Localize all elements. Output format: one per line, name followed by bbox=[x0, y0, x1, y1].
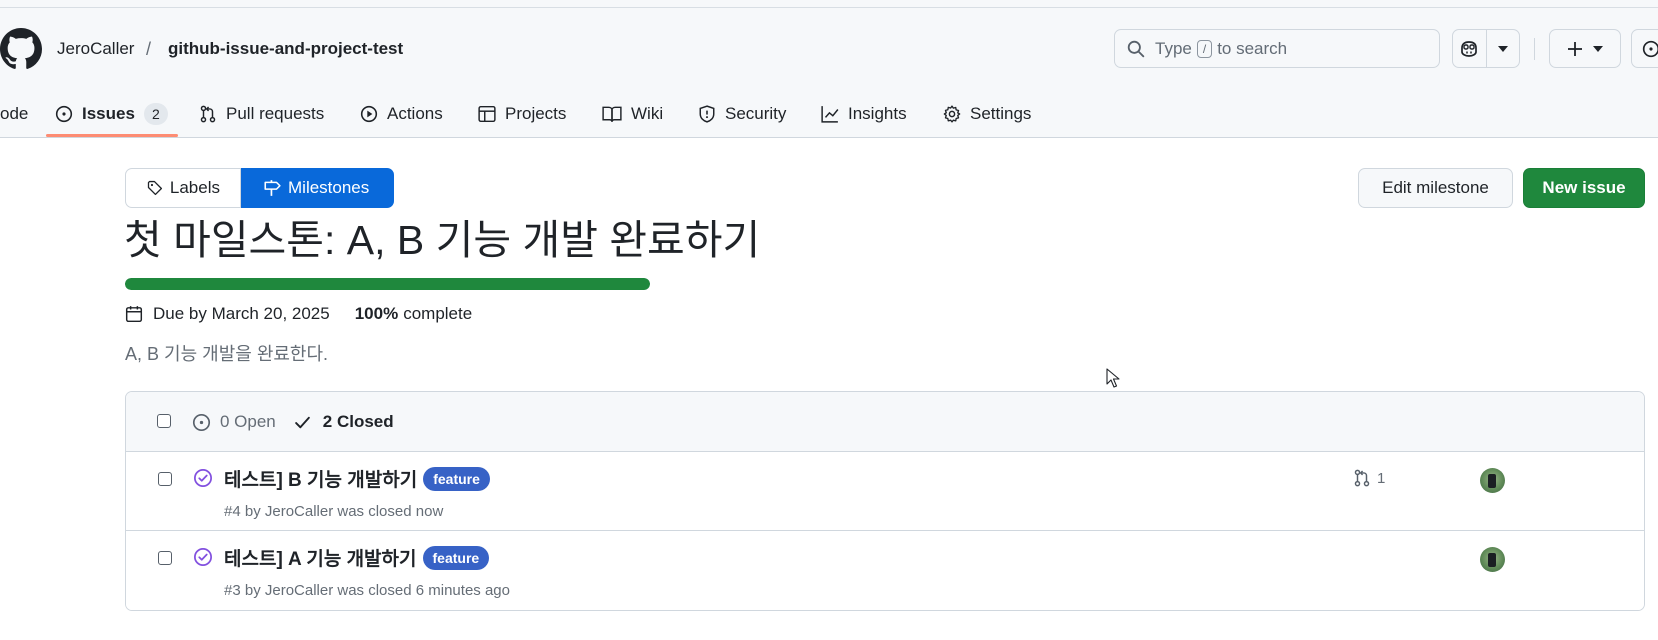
assignee-avatar[interactable] bbox=[1480, 547, 1505, 572]
linked-pull-requests[interactable]: 1 bbox=[1353, 469, 1385, 487]
issue-opened-icon bbox=[55, 105, 73, 123]
copilot-icon bbox=[1461, 40, 1478, 57]
create-new-button[interactable] bbox=[1549, 29, 1621, 68]
issue-title-link[interactable]: 테스트] B 기능 개발하기 bbox=[224, 465, 417, 492]
table-icon bbox=[478, 105, 496, 123]
tab-insights[interactable]: Insights bbox=[821, 90, 907, 138]
tab-pull-requests[interactable]: Pull requests bbox=[199, 90, 324, 138]
milestone-icon bbox=[264, 180, 281, 196]
book-icon bbox=[602, 106, 622, 122]
milestone-progress-bar bbox=[125, 278, 650, 290]
pull-request-icon bbox=[200, 105, 216, 123]
labels-milestones-switcher: Labels Milestones bbox=[125, 168, 394, 208]
top-divider bbox=[0, 7, 1658, 8]
select-all-checkbox[interactable] bbox=[157, 414, 171, 428]
feature-label-badge[interactable]: feature bbox=[422, 545, 490, 570]
issue-meta: #3 by JeroCaller was closed 6 minutes ag… bbox=[224, 582, 510, 599]
issue-row[interactable]: 테스트] B 기능 개발하기 feature #4 by JeroCaller … bbox=[126, 452, 1644, 531]
play-icon bbox=[360, 105, 378, 123]
issues-count-badge: 2 bbox=[143, 103, 168, 125]
tab-settings[interactable]: Settings bbox=[943, 90, 1031, 138]
milestone-issues-list: 0 Open 2 Closed 테스트] B 기능 개발하기 feature #… bbox=[125, 391, 1645, 611]
tab-actions[interactable]: Actions bbox=[360, 90, 443, 138]
tab-issues-label: Issues bbox=[82, 104, 135, 123]
issue-closed-icon bbox=[194, 548, 212, 566]
open-filter[interactable]: 0 Open bbox=[192, 412, 276, 432]
breadcrumb-repo[interactable]: github-issue-and-project-test bbox=[168, 38, 403, 60]
calendar-icon bbox=[125, 306, 143, 323]
milestone-meta: Due by March 20, 2025 100% complete bbox=[125, 302, 472, 326]
tag-icon bbox=[147, 180, 163, 196]
issue-row[interactable]: 테스트] A 기능 개발하기 feature #3 by JeroCaller … bbox=[126, 531, 1644, 610]
triangle-down-icon bbox=[1593, 45, 1603, 52]
copilot-button[interactable] bbox=[1453, 30, 1486, 67]
plus-icon bbox=[1568, 41, 1582, 56]
search-placeholder: Type / to search bbox=[1155, 38, 1288, 58]
issue-title-link[interactable]: 테스트] A 기능 개발하기 bbox=[224, 544, 417, 571]
pull-request-icon bbox=[1354, 469, 1370, 487]
issue-closed-icon bbox=[194, 469, 212, 487]
issue-checkbox[interactable] bbox=[158, 472, 172, 486]
tab-issues[interactable]: Issues 2 bbox=[55, 90, 168, 138]
breadcrumb-owner[interactable]: JeroCaller bbox=[57, 38, 134, 60]
shield-icon bbox=[699, 105, 715, 123]
milestone-description: A, B 기능 개발을 완료한다. bbox=[125, 344, 329, 364]
search-input[interactable]: Type / to search bbox=[1114, 29, 1440, 68]
milestone-percent: 100% bbox=[354, 304, 399, 323]
tab-projects[interactable]: Projects bbox=[478, 90, 566, 138]
mouse-cursor-icon bbox=[1106, 368, 1120, 388]
linked-pr-count: 1 bbox=[1377, 469, 1386, 487]
edit-milestone-button[interactable]: Edit milestone bbox=[1358, 168, 1513, 208]
issues-list-header: 0 Open 2 Closed bbox=[126, 392, 1644, 452]
feature-label-badge[interactable]: feature bbox=[423, 466, 490, 491]
issue-opened-icon bbox=[1642, 40, 1658, 58]
milestone-due-date: Due by March 20, 2025 bbox=[153, 304, 330, 323]
issue-opened-icon bbox=[192, 413, 211, 431]
github-logo-icon[interactable] bbox=[0, 28, 42, 70]
labels-tab[interactable]: Labels bbox=[125, 168, 241, 208]
milestone-title: 첫 마일스톤: A, B 기능 개발 완료하기 bbox=[124, 217, 761, 263]
check-icon bbox=[294, 416, 310, 428]
milestone-progress-fill bbox=[125, 278, 650, 290]
breadcrumb-separator: / bbox=[146, 39, 152, 59]
copilot-button-group bbox=[1452, 29, 1520, 68]
selected-tab-indicator bbox=[46, 134, 178, 137]
header-divider bbox=[1534, 38, 1535, 60]
tab-security[interactable]: Security bbox=[698, 90, 786, 138]
search-icon bbox=[1127, 40, 1145, 57]
new-issue-button[interactable]: New issue bbox=[1523, 168, 1645, 208]
milestones-tab[interactable]: Milestones bbox=[241, 168, 394, 208]
your-issues-button[interactable] bbox=[1631, 29, 1658, 68]
issue-state-filters: 0 Open 2 Closed bbox=[192, 410, 394, 434]
milestone-percent-label: complete bbox=[403, 304, 473, 323]
search-shortcut-key: / bbox=[1196, 39, 1213, 58]
closed-filter[interactable]: 2 Closed bbox=[294, 412, 394, 432]
issue-meta: #4 by JeroCaller was closed now bbox=[224, 503, 444, 520]
triangle-down-icon bbox=[1497, 45, 1508, 52]
tab-wiki[interactable]: Wiki bbox=[602, 90, 663, 138]
copilot-dropdown-button[interactable] bbox=[1485, 30, 1519, 67]
app-header: JeroCaller / github-issue-and-project-te… bbox=[0, 0, 1658, 138]
gear-icon bbox=[943, 105, 961, 123]
graph-icon bbox=[821, 106, 839, 123]
tab-code[interactable]: ode bbox=[0, 90, 28, 138]
assignee-avatar[interactable] bbox=[1480, 468, 1505, 493]
issue-checkbox[interactable] bbox=[158, 551, 172, 565]
